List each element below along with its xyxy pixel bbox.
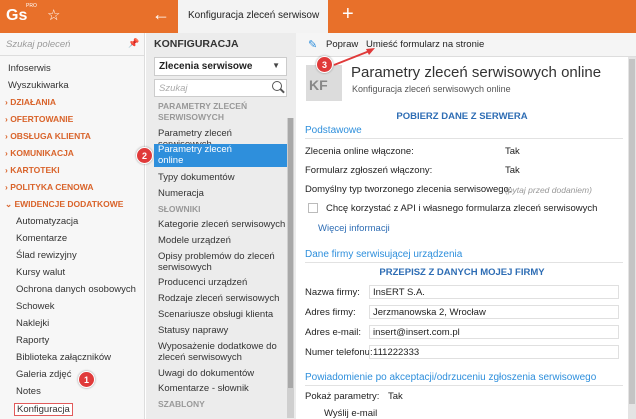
annotation-arrow (333, 49, 373, 66)
badge-3: 3 (316, 56, 333, 73)
annotation-arrowhead (366, 48, 375, 55)
badge-1: 1 (78, 371, 95, 388)
badge-2: 2 (136, 147, 153, 164)
